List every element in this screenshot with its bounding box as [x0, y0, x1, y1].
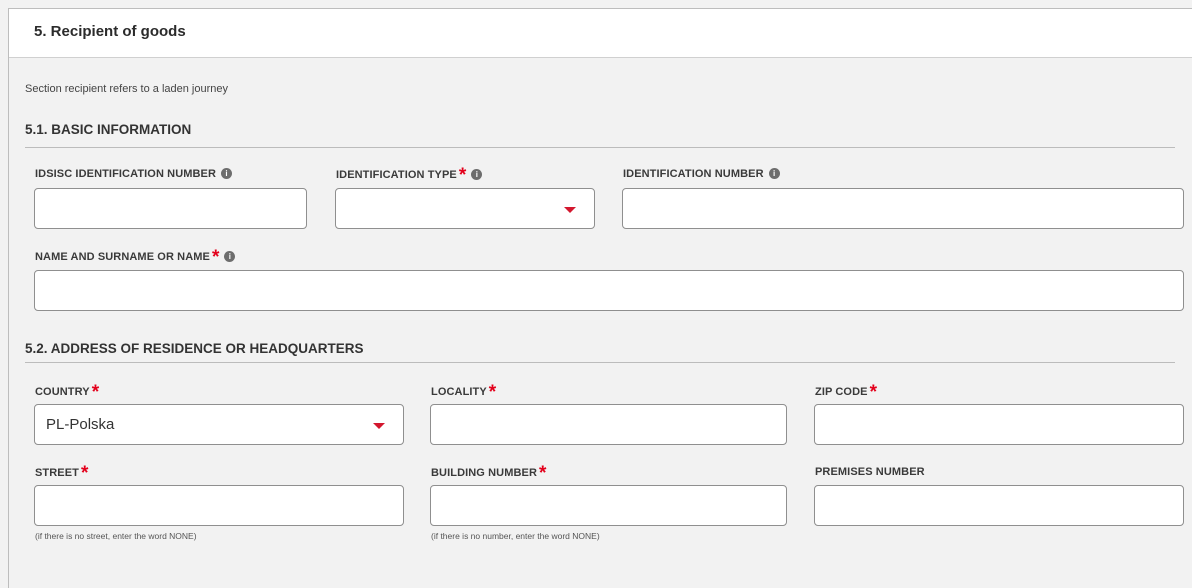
required-asterisk-icon: * [539, 463, 547, 484]
premises-number-input[interactable] [814, 485, 1184, 526]
identification-number-input[interactable] [622, 188, 1184, 229]
panel-header: 5. Recipient of goods [9, 9, 1192, 58]
required-asterisk-icon: * [211, 247, 220, 268]
info-icon[interactable]: i [768, 168, 780, 179]
building-number-label: BUILDING NUMBER * [431, 463, 547, 484]
section-note: Section recipient refers to a laden jour… [25, 83, 229, 95]
section-divider [25, 362, 1175, 363]
premises-number-label: PREMISES NUMBER [815, 466, 925, 478]
locality-label: LOCALITY * [431, 382, 497, 403]
country-label: COUNTRY * [35, 382, 100, 403]
street-input[interactable] [34, 485, 404, 526]
page-title: 5. Recipient of goods [34, 23, 186, 40]
identification-number-label: IDENTIFICATION NUMBER i [623, 168, 780, 180]
required-asterisk-icon: * [91, 382, 100, 403]
section-title-address: 5.2. ADDRESS OF RESIDENCE OR HEADQUARTER… [25, 341, 364, 356]
required-asterisk-icon: * [869, 382, 878, 403]
identification-type-select[interactable] [335, 188, 595, 229]
caret-down-icon [373, 423, 385, 429]
locality-input[interactable] [430, 404, 787, 445]
identification-type-label: IDENTIFICATION TYPE * i [336, 166, 483, 185]
street-label: STREET * [35, 463, 89, 484]
required-asterisk-icon: * [458, 165, 467, 186]
zip-code-input[interactable] [814, 404, 1184, 445]
caret-down-icon [564, 207, 576, 213]
name-surname-label: NAME AND SURNAME OR NAME * i [35, 248, 236, 267]
street-hint: (if there is no street, enter the word N… [35, 531, 197, 541]
name-surname-input[interactable] [34, 270, 1184, 311]
section-title-basic-information: 5.1. BASIC INFORMATION [25, 122, 192, 137]
building-number-hint: (if there is no number, enter the word N… [431, 531, 600, 541]
section-divider [25, 147, 1175, 148]
country-selected-value: PL-Polska [46, 416, 115, 433]
info-icon[interactable]: i [221, 168, 233, 179]
info-icon[interactable]: i [471, 169, 483, 180]
building-number-input[interactable] [430, 485, 787, 526]
zip-code-label: ZIP CODE * [815, 382, 878, 403]
info-icon[interactable]: i [224, 251, 236, 262]
required-asterisk-icon: * [488, 382, 497, 403]
idsisc-number-input[interactable] [34, 188, 307, 229]
required-asterisk-icon: * [81, 463, 89, 484]
idsisc-number-label: IDSISC IDENTIFICATION NUMBER i [35, 168, 233, 180]
country-select[interactable]: PL-Polska [34, 404, 404, 445]
